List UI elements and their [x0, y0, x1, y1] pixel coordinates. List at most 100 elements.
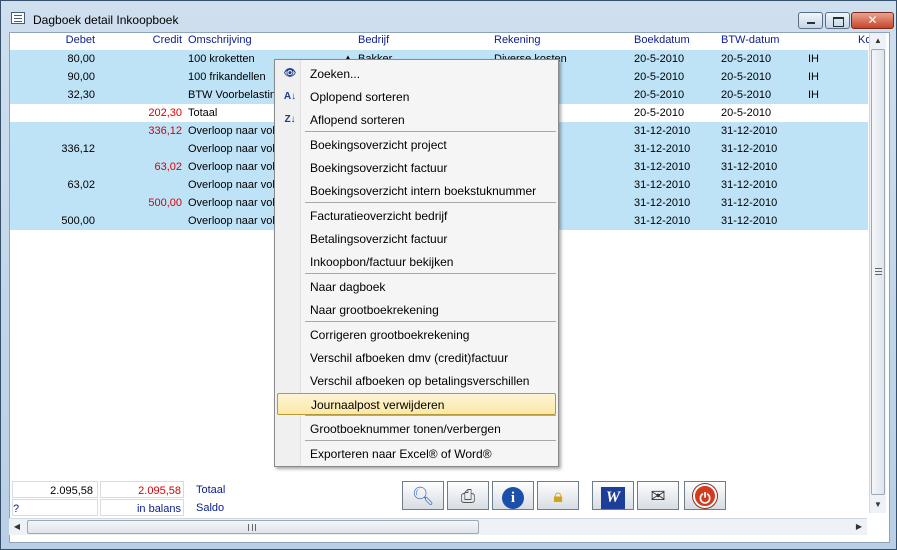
- menu-item[interactable]: Boekingsoverzicht project: [277, 134, 556, 156]
- menu-item-label: Naar dagboek: [310, 280, 386, 294]
- cell-btwdatum: 20-5-2010: [721, 71, 772, 83]
- menu-item-label: Exporteren naar Excel® of Word®: [310, 447, 492, 461]
- column-header-omschrijving[interactable]: Omschrijving: [188, 34, 252, 46]
- menu-item[interactable]: Grootboeknummer tonen/verbergen: [277, 418, 556, 440]
- menu-item-label: Zoeken...: [310, 67, 361, 81]
- menu-item[interactable]: Naar grootboekrekening: [277, 299, 556, 321]
- info-button[interactable]: i: [492, 481, 534, 510]
- cell-boekdatum: 31-12-2010: [634, 215, 691, 227]
- cell-omschrijving: Overloop naar vol: [188, 161, 275, 173]
- sort-descending-icon: Z↓: [284, 114, 296, 125]
- mail-button[interactable]: ✉: [637, 481, 679, 510]
- menu-item[interactable]: Journaalpost verwijderen: [277, 393, 556, 415]
- menu-separator: [305, 415, 556, 416]
- sort-ascending-icon: A↓: [283, 91, 297, 102]
- cell-credit: 202,30: [148, 107, 182, 119]
- cell-code: IH: [808, 53, 819, 65]
- minimize-button[interactable]: [798, 12, 823, 29]
- window-list-icon: [11, 12, 25, 24]
- menu-item-label: Boekingsoverzicht intern boekstuknummer: [310, 184, 537, 198]
- menu-item[interactable]: Boekingsoverzicht intern boekstuknummer: [277, 180, 556, 202]
- menu-item-label: Grootboeknummer tonen/verbergen: [310, 422, 501, 436]
- menu-item[interactable]: 👁︎ Zoeken...: [277, 63, 556, 85]
- cell-boekdatum: 31-12-2010: [634, 161, 691, 173]
- word-export-button[interactable]: W: [592, 481, 634, 510]
- column-header-boekdatum[interactable]: Boekdatum: [634, 34, 690, 46]
- cell-omschrijving: Overloop naar vol: [188, 179, 275, 191]
- cell-btwdatum: 20-5-2010: [721, 89, 772, 101]
- column-header-debet[interactable]: Debet: [10, 34, 95, 46]
- totaal-label: Totaal: [196, 484, 226, 496]
- menu-item[interactable]: Verschil afboeken dmv (credit)factuur: [277, 347, 556, 369]
- vertical-scrollbar[interactable]: ▲ ▼: [869, 33, 886, 513]
- menu-item-label: Betalingsoverzicht factuur: [310, 232, 448, 246]
- cell-omschrijving: Totaal: [188, 107, 218, 119]
- menu-item-label: Verschil afboeken dmv (credit)factuur: [310, 351, 509, 365]
- column-header-row: Debet Credit Omschrijving Bedrijf Rekeni…: [10, 33, 871, 49]
- menu-item[interactable]: Boekingsoverzicht factuur: [277, 157, 556, 179]
- menu-item[interactable]: Verschil afboeken op betalingsverschille…: [277, 370, 556, 392]
- cell-omschrijving: 100 kroketten: [188, 53, 255, 65]
- cell-code: IH: [808, 89, 819, 101]
- vertical-scroll-thumb[interactable]: [871, 49, 885, 495]
- column-header-bedrijf[interactable]: Bedrijf: [358, 34, 389, 46]
- search-button[interactable]: 🔍︎: [402, 481, 444, 510]
- cell-omschrijving: Overloop naar vol: [188, 197, 275, 209]
- cell-omschrijving: BTW Voorbelasting: [188, 89, 276, 101]
- scroll-right-arrow-icon[interactable]: ▶: [851, 519, 867, 535]
- menu-item-label: Aflopend sorteren: [310, 113, 405, 127]
- debet-total: 2.095,58: [12, 481, 98, 498]
- cell-omschrijving: 100 frikandellen: [188, 71, 266, 83]
- menu-item-label: Inkoopbon/factuur bekijken: [310, 255, 454, 269]
- scroll-left-arrow-icon[interactable]: ◀: [9, 519, 25, 535]
- menu-item[interactable]: Betalingsoverzicht factuur: [277, 228, 556, 250]
- grip-icon: [875, 268, 882, 275]
- binoculars-icon: 👁︎: [283, 68, 297, 79]
- cell-credit: 500,00: [148, 197, 182, 209]
- horizontal-scroll-thumb[interactable]: [27, 520, 479, 534]
- menu-item[interactable]: Z↓ Aflopend sorteren: [277, 109, 556, 131]
- cell-debet: 90,00: [67, 71, 95, 83]
- menu-item[interactable]: Facturatieoverzicht bedrijf: [277, 205, 556, 227]
- word-icon: W: [593, 484, 633, 509]
- printer-icon: ⎙: [460, 486, 476, 506]
- cell-btwdatum: 31-12-2010: [721, 125, 778, 137]
- column-header-btw-datum[interactable]: BTW-datum: [721, 34, 779, 46]
- cell-btwdatum: 31-12-2010: [721, 215, 778, 227]
- menu-separator: [305, 273, 556, 274]
- scroll-up-arrow-icon[interactable]: ▲: [870, 33, 886, 49]
- menu-item-label: Verschil afboeken op betalingsverschille…: [310, 374, 530, 388]
- cell-boekdatum: 20-5-2010: [634, 107, 685, 119]
- title-bar[interactable]: Dagboek detail Inkoopboek: [1, 1, 896, 31]
- close-button[interactable]: [851, 12, 894, 29]
- maximize-button[interactable]: [825, 12, 850, 29]
- lock-button[interactable]: 🔒︎: [537, 481, 579, 510]
- menu-item-label: Boekingsoverzicht project: [310, 138, 447, 152]
- cell-boekdatum: 20-5-2010: [634, 53, 685, 65]
- menu-item-label: Journaalpost verwijderen: [311, 398, 445, 412]
- cell-credit: 336,12: [148, 125, 182, 137]
- cell-omschrijving: Overloop naar vol: [188, 215, 275, 227]
- exit-button[interactable]: ⏻: [684, 481, 726, 510]
- menu-item[interactable]: Inkoopbon/factuur bekijken: [277, 251, 556, 273]
- menu-item[interactable]: Naar dagboek: [277, 276, 556, 298]
- menu-separator: [305, 131, 556, 132]
- column-header-credit[interactable]: Credit: [100, 34, 182, 46]
- menu-item[interactable]: A↓ Oplopend sorteren: [277, 86, 556, 108]
- cell-debet: 32,30: [67, 89, 95, 101]
- power-icon: ⏻: [685, 484, 725, 509]
- cell-debet: 500,00: [61, 215, 95, 227]
- cell-boekdatum: 31-12-2010: [634, 197, 691, 209]
- envelope-icon: ✉: [650, 486, 666, 506]
- menu-item[interactable]: Exporteren naar Excel® of Word®: [277, 443, 556, 465]
- saldo-value: ?: [12, 499, 98, 516]
- horizontal-scrollbar[interactable]: ◀ ▶: [9, 518, 867, 535]
- scroll-down-arrow-icon[interactable]: ▼: [870, 497, 886, 513]
- menu-separator: [305, 202, 556, 203]
- cell-btwdatum: 20-5-2010: [721, 107, 772, 119]
- cell-boekdatum: 20-5-2010: [634, 89, 685, 101]
- menu-item-label: Oplopend sorteren: [310, 90, 410, 104]
- column-header-rekening[interactable]: Rekening: [494, 34, 540, 46]
- menu-item[interactable]: Corrigeren grootboekrekening: [277, 324, 556, 346]
- print-button[interactable]: ⎙: [447, 481, 489, 510]
